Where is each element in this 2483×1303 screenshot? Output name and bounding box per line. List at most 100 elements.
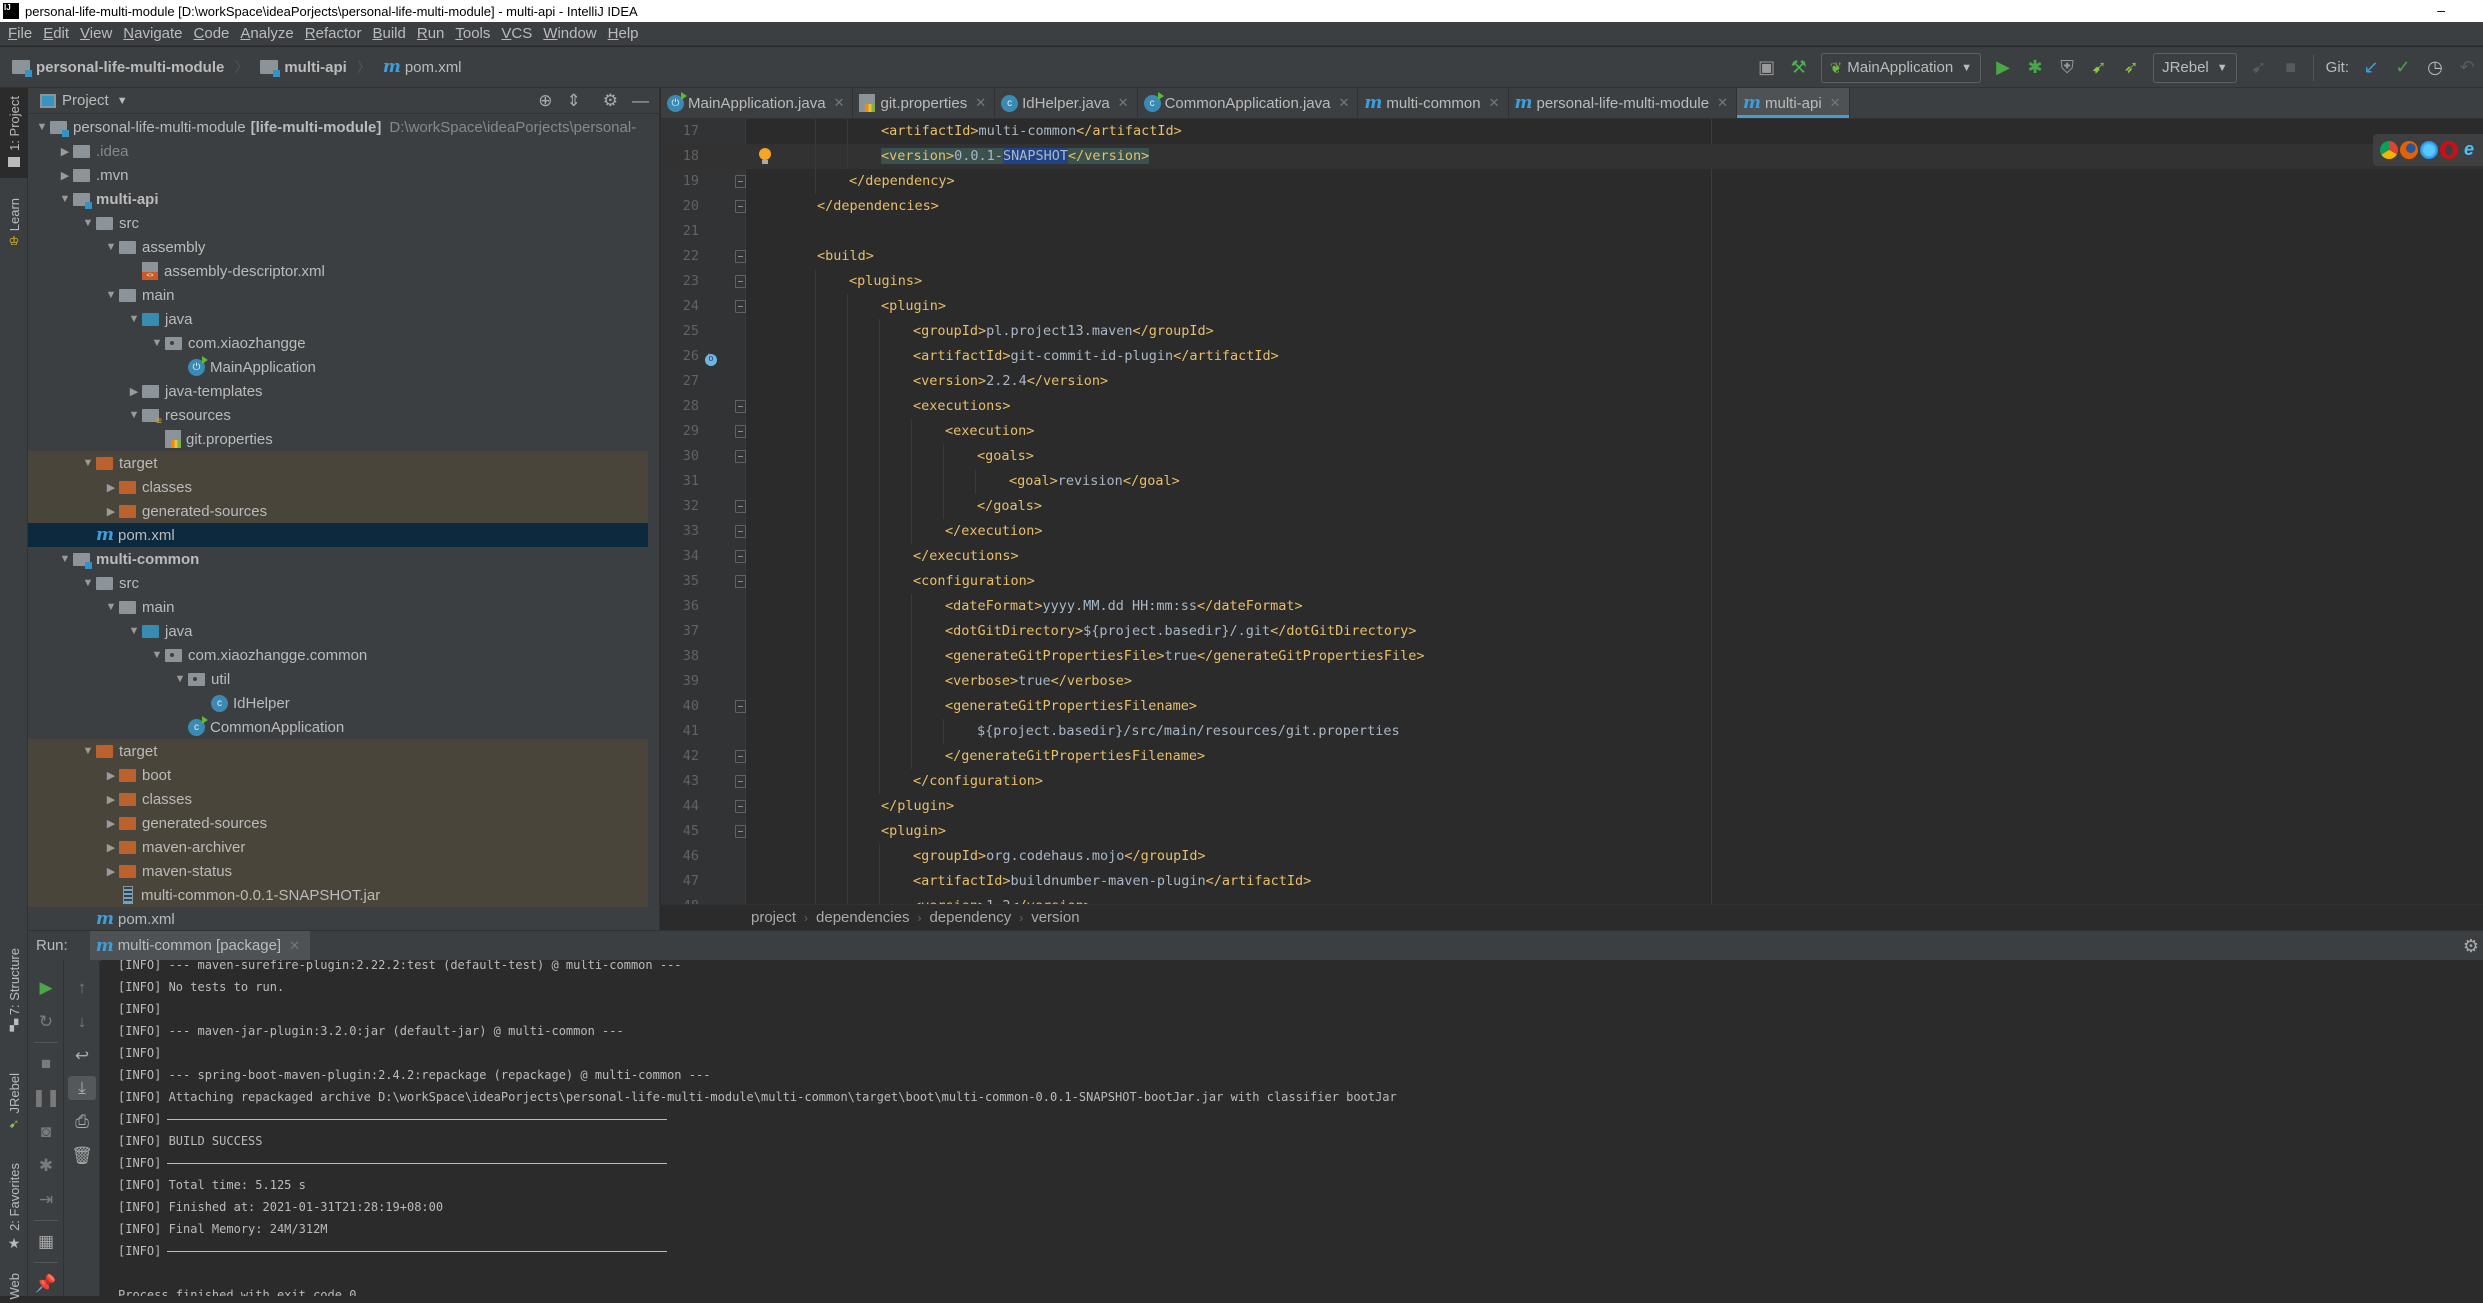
arrow-down-icon[interactable]: ↓ [64, 1010, 100, 1034]
exit-icon[interactable]: ⇥ [28, 1188, 64, 1212]
tree-node[interactable]: ▼ com.xiaozhangge.common [28, 643, 648, 667]
chevron-down-icon[interactable]: ▼ [126, 409, 142, 421]
tree-node[interactable]: ▼ assembly [28, 235, 648, 259]
chevron-down-icon[interactable]: ▼ [80, 457, 96, 469]
chevron-down-icon[interactable]: ▼ [34, 121, 50, 133]
tool-window-structure[interactable]: 7: Structure ▞ [0, 948, 28, 1043]
chevron-down-icon[interactable]: ▼ [103, 601, 119, 613]
tool-window-jrebel[interactable]: JRebel ➹ [0, 1073, 28, 1138]
fold-marker-icon[interactable] [735, 575, 746, 588]
fold-marker-icon[interactable] [735, 800, 746, 813]
close-icon[interactable]: ✕ [834, 95, 845, 111]
chevron-down-icon[interactable]: ▼ [80, 577, 96, 589]
pin-icon[interactable]: 📌 [28, 1272, 64, 1296]
tree-node[interactable]: ▼ personal-life-multi-module [life-multi-… [28, 115, 648, 139]
rerun-icon[interactable]: ▶ [28, 976, 64, 1000]
tree-node[interactable]: c CommonApplication [28, 715, 648, 739]
implements-marker-icon[interactable] [705, 344, 717, 369]
editor-breadcrumb-item[interactable]: dependencies [816, 909, 909, 926]
chevron-down-icon[interactable]: ▼ [149, 337, 165, 349]
menu-window[interactable]: Window [543, 25, 596, 42]
jrebel-debug-icon[interactable]: ➶ [2118, 55, 2144, 81]
fold-marker-icon[interactable] [735, 425, 746, 438]
editor-tab[interactable]: c CommonApplication.java ✕ [1138, 88, 1359, 118]
menu-run[interactable]: Run [417, 25, 445, 42]
tree-node[interactable]: ▼ multi-api [28, 187, 648, 211]
chevron-down-icon[interactable]: ▼ [126, 625, 142, 637]
chevron-right-icon[interactable]: ▶ [103, 817, 119, 830]
fold-marker-icon[interactable] [735, 700, 746, 713]
git-update-icon[interactable]: ↙ [2358, 55, 2384, 81]
print-icon[interactable]: ⎙ [64, 1110, 100, 1134]
menu-view[interactable]: View [80, 25, 112, 42]
tree-node[interactable]: m pom.xml [28, 523, 648, 547]
editor-tab[interactable]: git.properties ✕ [853, 88, 996, 118]
tree-node[interactable]: ▶ classes [28, 787, 648, 811]
frame-icon[interactable]: ▣ [1754, 55, 1780, 81]
soft-wrap-icon[interactable]: ↩ [64, 1044, 100, 1068]
menu-edit[interactable]: Edit [43, 25, 69, 42]
firefox-icon[interactable] [2400, 141, 2418, 159]
tree-node[interactable]: ▶ .mvn [28, 163, 648, 187]
collapse-all-icon[interactable]: ⇕ [567, 91, 581, 111]
layout-icon[interactable]: ▦ [28, 1230, 64, 1254]
menu-tools[interactable]: Tools [455, 25, 490, 42]
tree-node[interactable]: ▼ java [28, 619, 648, 643]
fold-marker-icon[interactable] [735, 750, 746, 763]
chevron-down-icon[interactable]: ▼ [126, 313, 142, 325]
chevron-right-icon[interactable]: ▶ [103, 841, 119, 854]
menu-refactor[interactable]: Refactor [305, 25, 362, 42]
chrome-icon[interactable] [2380, 141, 2398, 159]
chevron-down-icon[interactable]: ▼ [103, 289, 119, 301]
editor-tab[interactable]: ⏻ MainApplication.java ✕ [661, 88, 854, 118]
chevron-right-icon[interactable]: ▶ [103, 481, 119, 494]
editor-tab[interactable]: m multi-common ✕ [1358, 88, 1509, 118]
tree-node[interactable]: ▶ generated-sources [28, 499, 648, 523]
tool-window-project[interactable]: 1: Project [0, 88, 28, 178]
locate-icon[interactable]: ⊕ [538, 91, 552, 111]
run-configuration-select[interactable]: ❦ MainApplication ▼ [1820, 52, 1982, 83]
tree-node[interactable]: ▼ src [28, 211, 648, 235]
tree-node[interactable]: ▶ maven-status [28, 859, 648, 883]
run-console-output[interactable]: [INFO] --- maven-surefire-plugin:2.22.2:… [101, 960, 2483, 1296]
tree-node[interactable]: ▼ java [28, 307, 648, 331]
tool-window-favorites[interactable]: 2: Favorites ★ [0, 1163, 28, 1258]
tree-node[interactable]: ▶ maven-archiver [28, 835, 648, 859]
coverage-icon[interactable]: ⛨ [2054, 55, 2080, 81]
menu-navigate[interactable]: Navigate [123, 25, 182, 42]
tree-node[interactable]: ▶ generated-sources [28, 811, 648, 835]
menu-build[interactable]: Build [372, 25, 405, 42]
tree-node[interactable]: ▶ java-templates [28, 379, 648, 403]
project-view-select[interactable]: Project [62, 92, 109, 109]
run-icon[interactable]: ▶ [1990, 55, 2016, 81]
close-icon[interactable]: ✕ [1830, 95, 1841, 111]
tree-node[interactable]: ⏻ MainApplication [28, 355, 648, 379]
chevron-down-icon[interactable]: ▼ [57, 553, 73, 565]
camera-icon[interactable]: ◙ [28, 1120, 64, 1144]
tree-node[interactable]: ▼ util [28, 667, 648, 691]
fold-marker-icon[interactable] [735, 825, 746, 838]
chevron-down-icon[interactable]: ▼ [80, 745, 96, 757]
tree-node[interactable]: ▼ multi-common [28, 547, 648, 571]
menu-analyze[interactable]: Analyze [240, 25, 293, 42]
gear-icon[interactable]: ⚙ [2463, 936, 2479, 957]
tree-node[interactable]: m pom.xml [28, 907, 648, 930]
editor-tab[interactable]: m personal-life-multi-module ✕ [1509, 88, 1737, 118]
run-tab-multi-common-package[interactable]: m multi-common [package] ✕ [89, 930, 310, 961]
close-icon[interactable]: ✕ [289, 938, 300, 954]
tree-node[interactable]: ▼ target [28, 739, 648, 763]
editor-tab[interactable]: c IdHelper.java ✕ [995, 88, 1138, 118]
fold-marker-icon[interactable] [735, 775, 746, 788]
minimize-button[interactable]: – [2437, 2, 2445, 18]
chevron-right-icon[interactable]: ▶ [57, 145, 73, 158]
gear-icon[interactable]: ⚙ [603, 91, 618, 111]
fold-marker-icon[interactable] [735, 200, 746, 213]
tree-node[interactable]: ▶ boot [28, 763, 648, 787]
tree-node[interactable]: ▶ classes [28, 475, 648, 499]
menu-file[interactable]: File [8, 25, 32, 42]
tree-node[interactable]: ▼ com.xiaozhangge [28, 331, 648, 355]
fold-marker-icon[interactable] [735, 500, 746, 513]
fold-marker-icon[interactable] [735, 525, 746, 538]
tree-node[interactable]: ▼ resources [28, 403, 648, 427]
fold-marker-icon[interactable] [735, 175, 746, 188]
